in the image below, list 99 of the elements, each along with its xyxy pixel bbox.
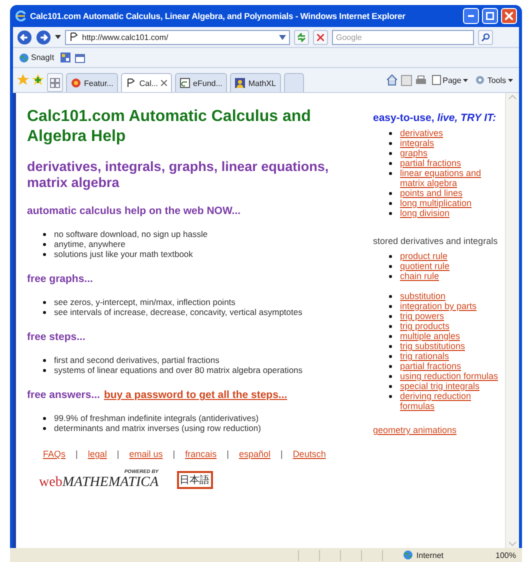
stop-button[interactable]	[313, 30, 328, 44]
footer-link[interactable]: legal	[88, 449, 107, 459]
sidebar-link[interactable]: partial fractions	[400, 158, 462, 168]
sidebar-link[interactable]: deriving reduction formulas	[400, 391, 500, 411]
sidebar-link[interactable]: points and lines	[400, 188, 463, 198]
zone-status: Internet	[403, 550, 444, 560]
star-icon[interactable]	[17, 74, 29, 86]
close-tab-icon[interactable]	[161, 80, 168, 86]
section-heading: free steps...	[27, 331, 86, 343]
stop-icon	[317, 34, 324, 40]
sidebar-link[interactable]: long division	[400, 208, 450, 218]
section-heading: free answers...	[27, 389, 100, 401]
zoom-control[interactable]: 100%	[496, 550, 516, 560]
separator: |	[76, 449, 78, 459]
toolbar-link[interactable]: SnagIt	[17, 50, 56, 65]
sidebar-link[interactable]: partial fractions	[400, 361, 462, 371]
feature-item: no software download, no sign up hassle	[43, 229, 208, 239]
footer-link[interactable]: email us	[129, 449, 163, 459]
globe-icon	[19, 52, 29, 62]
caret-icon[interactable]	[55, 35, 61, 39]
sidebar-link[interactable]: trig substitutions	[400, 341, 466, 351]
grid-icon[interactable]	[60, 52, 72, 63]
caret-icon	[463, 78, 468, 82]
flower-icon	[71, 78, 81, 88]
sidebar-link[interactable]: trig rationals	[400, 351, 450, 361]
caret-icon	[508, 78, 513, 82]
search-field[interactable]: Google	[332, 30, 474, 44]
sidebar-title: easy-to-use, live, TRY IT:	[373, 112, 498, 124]
section-heading: free graphs...	[27, 273, 93, 285]
maximize-icon	[486, 12, 494, 20]
page-heading: Calc101.com Automatic Calculus and Algebra Help	[27, 107, 312, 147]
browser-tab[interactable]: Featur...	[66, 73, 118, 92]
sidebar-link[interactable]: derivatives	[400, 128, 444, 138]
feature-item: see zeros, y-intercept, min/max, inflection points	[43, 297, 236, 307]
gear-icon	[475, 75, 486, 85]
footer-link[interactable]: español	[238, 449, 270, 459]
footer-link[interactable]: francais	[185, 449, 217, 459]
refresh-button[interactable]	[294, 30, 309, 44]
feature-item: determinants and matrix inverses (using row reduction)	[43, 423, 261, 433]
sidebar-link[interactable]: product rule	[400, 251, 448, 261]
refresh-icon	[297, 32, 306, 42]
sidebar-heading: stored derivatives and integrals	[373, 236, 499, 247]
feature-item: solutions just like your math textbook	[43, 249, 193, 259]
browser-tab[interactable]: Cal...	[121, 73, 172, 92]
sidebar-link[interactable]: trig products	[400, 321, 450, 331]
back-button[interactable]	[17, 30, 32, 44]
e-icon	[180, 78, 190, 88]
password-link[interactable]: buy a password to get all the steps...	[104, 389, 288, 401]
sidebar-link[interactable]: integration by parts	[400, 301, 477, 311]
close-icon	[505, 12, 513, 20]
footer-link[interactable]: Deutsch	[292, 449, 326, 459]
browser-tab[interactable]: MathXL	[230, 73, 281, 92]
sidebar-link[interactable]: integrals	[400, 138, 434, 148]
sidebar-link[interactable]: multiple angles	[400, 331, 460, 341]
separator: |	[172, 449, 176, 459]
command-button[interactable]: Page	[430, 72, 470, 88]
minimize-icon	[468, 15, 474, 17]
sidebar-link[interactable]: special trig integrals	[400, 381, 480, 391]
command-button[interactable]: Tools	[473, 72, 515, 88]
printer-icon[interactable]	[414, 74, 427, 86]
separator: |	[280, 449, 283, 459]
sidebar-link[interactable]: geometry animations	[373, 425, 457, 435]
quick-tabs-button[interactable]	[47, 73, 63, 92]
home-icon[interactable]	[386, 74, 398, 86]
close-button[interactable]	[501, 8, 517, 24]
feature-item: anytime, anywhere	[43, 239, 126, 249]
page-subheading: derivatives, integrals, graphs, linear equations, matrix algebra	[27, 159, 330, 191]
sidebar-link[interactable]: graphs	[400, 148, 428, 158]
search-button[interactable]	[478, 30, 493, 44]
sidebar-link[interactable]: quotient rule	[400, 261, 450, 271]
feature-item: first and second derivatives, partial fractions	[43, 355, 220, 365]
separator: |	[226, 449, 229, 459]
maximize-button[interactable]	[482, 8, 498, 24]
browser-logo-icon	[15, 10, 27, 22]
footer-link[interactable]: FAQs	[43, 449, 66, 459]
sidebar-link[interactable]: long multiplication	[400, 198, 472, 208]
forward-button[interactable]	[36, 30, 51, 44]
window-title: Calc101.com Automatic Calculus, Linear Algebra, and Polynomials - Windows Internet Explorer	[30, 11, 406, 21]
feature-item: see intervals of increase, decrease, concavity, vertical asymptotes	[43, 307, 302, 317]
sidebar-link[interactable]: chain rule	[400, 271, 440, 281]
sidebar-link[interactable]: trig powers	[400, 311, 444, 321]
minimize-button[interactable]	[463, 8, 479, 24]
feeds-icon[interactable]	[400, 74, 412, 86]
feature-item: systems of linear equations and over 80 matrix algebra operations	[43, 365, 303, 375]
window-icon[interactable]	[75, 52, 86, 63]
sidebar-link[interactable]: using reduction formulas	[400, 371, 498, 381]
address-field[interactable]: http://www.calc101.com/	[65, 30, 290, 44]
separator: |	[116, 449, 120, 459]
sidebar-link[interactable]: substitution	[400, 291, 446, 301]
language-link[interactable]: 日本語	[176, 471, 213, 489]
search-icon	[481, 32, 490, 42]
caret-icon[interactable]	[279, 34, 286, 40]
add-favorite-icon[interactable]	[32, 74, 44, 86]
section-heading: automatic calculus help on the web NOW...	[27, 205, 241, 217]
browser-tab[interactable]: eFund...	[175, 73, 228, 92]
grid-icon	[50, 78, 60, 88]
feature-item: 99.9% of freshman indefinite integrals (antiderivatives)	[43, 413, 259, 423]
person-icon	[235, 78, 246, 88]
globe-icon	[403, 550, 414, 560]
